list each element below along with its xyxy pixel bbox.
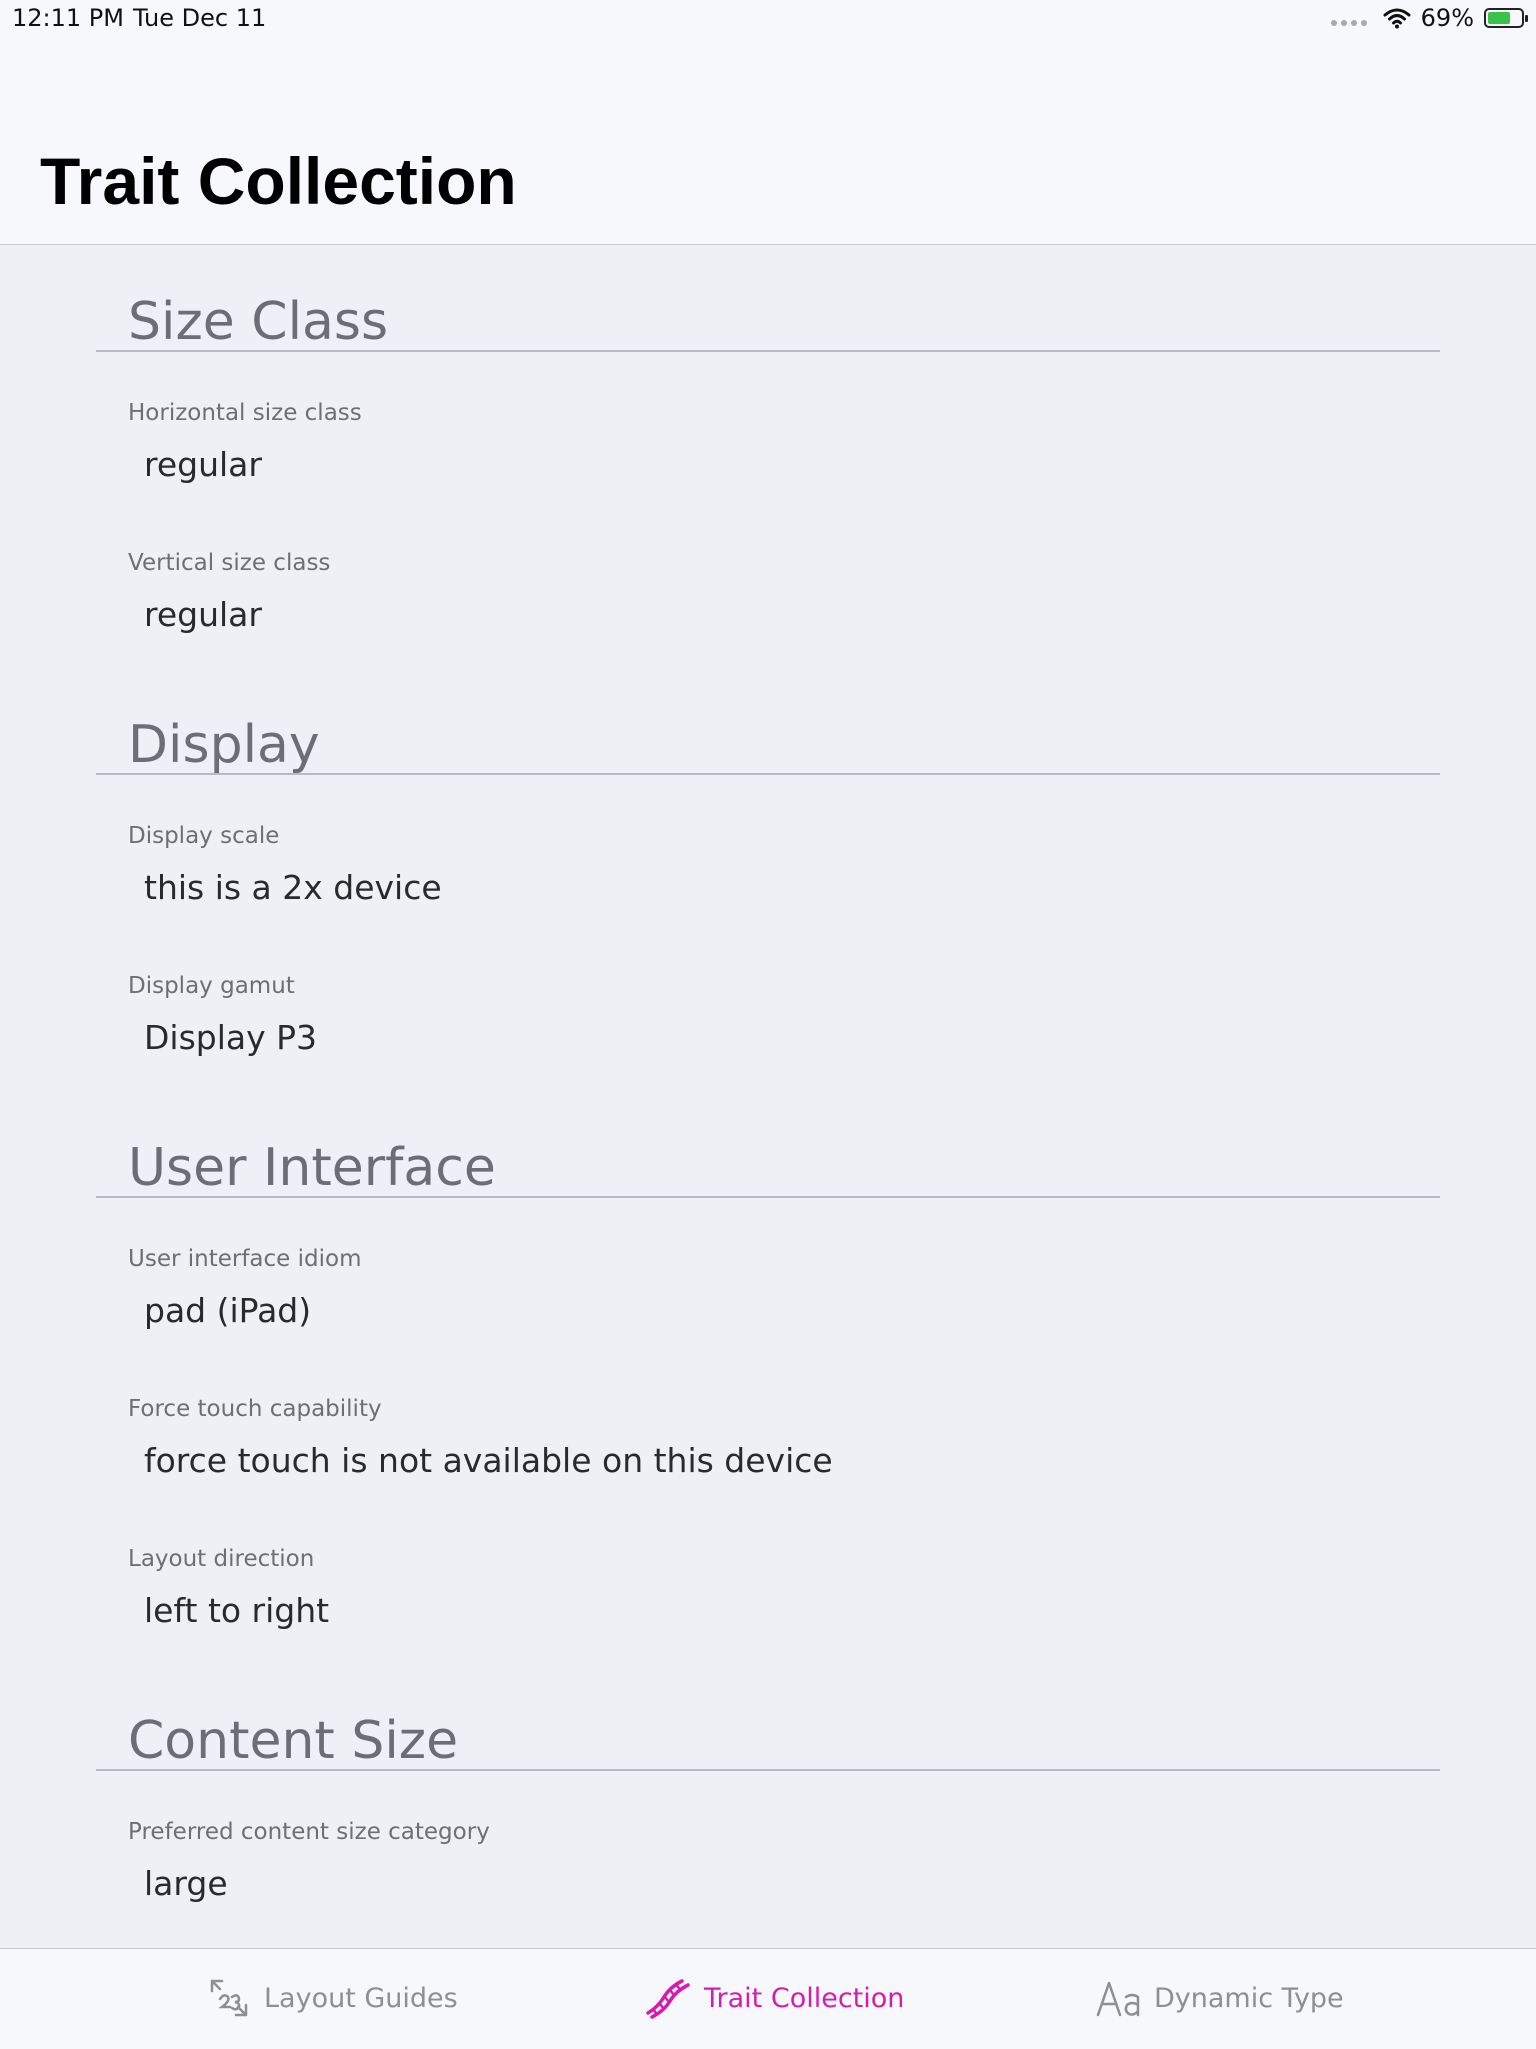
battery-percent: 69%: [1420, 4, 1474, 32]
section-user-interface: User Interface: [96, 1091, 1440, 1198]
item-value: force touch is not available on this dev…: [144, 1441, 833, 1480]
item-label: Horizontal size class: [128, 400, 362, 426]
item-label: Display gamut: [128, 973, 295, 999]
battery-icon: [1484, 8, 1528, 28]
section-display: Display: [96, 668, 1440, 775]
item-label: Display scale: [128, 823, 280, 849]
tab-trait-collection[interactable]: Trait Collection: [646, 1977, 904, 2019]
item-value: large: [144, 1864, 228, 1903]
wifi-icon: [1383, 8, 1411, 29]
layout-guides-icon: [210, 1979, 248, 2017]
signal-icon: [1330, 20, 1367, 26]
tab-label: Trait Collection: [704, 1982, 905, 2014]
item-value: pad (iPad): [144, 1291, 312, 1330]
status-indicators: 69%: [1330, 4, 1528, 32]
tab-layout-guides[interactable]: Layout Guides: [206, 1977, 458, 2019]
item-label: User interface idiom: [128, 1246, 362, 1272]
section-size-class: Size Class: [96, 245, 1440, 352]
tab-label: Dynamic Type: [1154, 1982, 1344, 2014]
status-bar: 12:11 PM Tue Dec 11 69%: [0, 0, 1536, 40]
item-value: this is a 2x device: [144, 868, 442, 907]
item-value: left to right: [144, 1591, 330, 1630]
section-title: Size Class: [128, 292, 389, 352]
item-label: Vertical size class: [128, 550, 331, 576]
dna-icon: [646, 1979, 690, 2019]
item-value: regular: [144, 445, 262, 484]
tab-bar: Layout Guides Trait Collection Dynamic T…: [0, 1948, 1536, 2049]
tab-dynamic-type[interactable]: Dynamic Type: [1096, 1977, 1344, 2019]
section-content-size: Content Size: [96, 1664, 1440, 1771]
tab-label: Layout Guides: [264, 1982, 458, 2014]
item-label: Force touch capability: [128, 1396, 382, 1422]
section-title: User Interface: [128, 1138, 496, 1198]
item-value: Display P3: [144, 1018, 318, 1057]
section-title: Display: [128, 715, 320, 775]
text-size-icon: [1096, 1981, 1140, 2017]
item-label: Preferred content size category: [128, 1819, 490, 1845]
page-title: Trait Collection: [40, 144, 517, 218]
item-label: Layout direction: [128, 1546, 315, 1572]
battery-fill: [1488, 12, 1510, 24]
status-date: Tue Dec 11: [133, 4, 267, 32]
status-time: 12:11 PM: [12, 4, 124, 32]
section-title: Content Size: [128, 1711, 459, 1771]
battery-tip: [1525, 15, 1528, 22]
item-value: regular: [144, 595, 262, 634]
navigation-bar: Trait Collection: [0, 40, 1536, 245]
